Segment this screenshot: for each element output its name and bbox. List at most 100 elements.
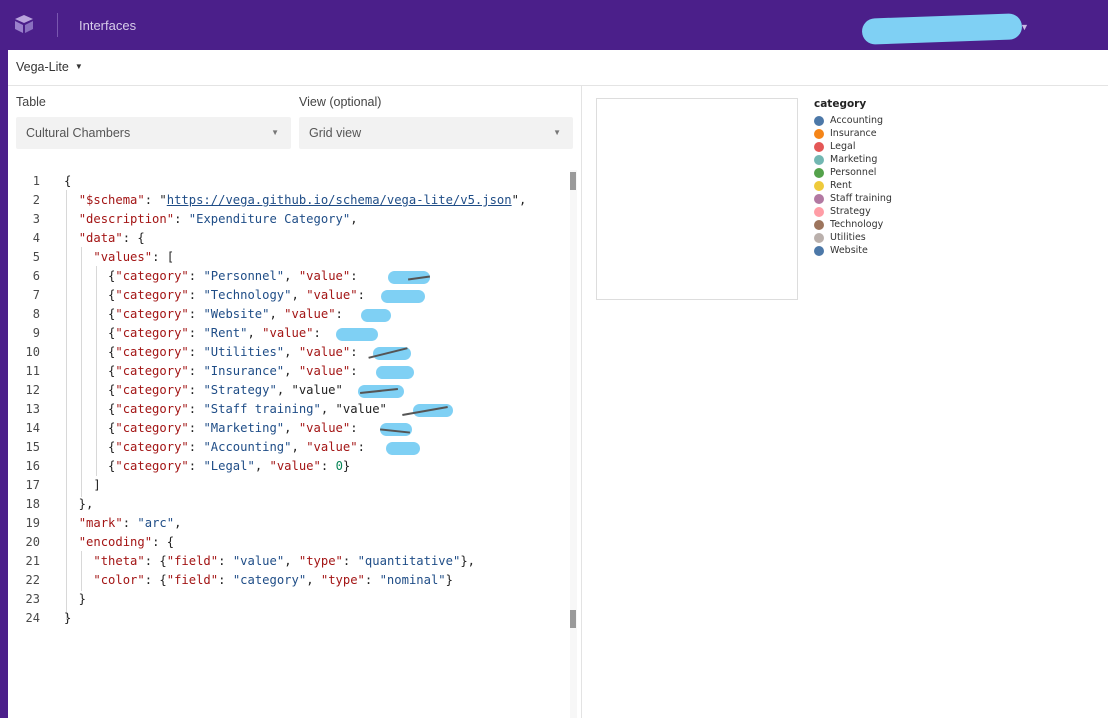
legend-label: Marketing bbox=[830, 154, 878, 165]
line-number: 17 bbox=[25, 478, 40, 492]
airtable-logo-icon[interactable] bbox=[13, 13, 35, 35]
line-number: 21 bbox=[25, 554, 40, 568]
table-dropdown-value: Cultural Chambers bbox=[26, 126, 131, 140]
code-line: {"category": "Technology", "value": bbox=[64, 288, 365, 302]
extension-selector-label: Vega-Lite bbox=[16, 60, 69, 74]
line-number: 20 bbox=[25, 535, 40, 549]
code-line: {"category": "Website", "value": bbox=[64, 307, 351, 321]
extension-selector[interactable]: Vega-Lite ▼ bbox=[16, 60, 83, 74]
legend-item: Marketing bbox=[814, 153, 892, 166]
redaction-mark bbox=[376, 366, 414, 379]
legend-swatch bbox=[814, 193, 824, 204]
legend-label: Utilities bbox=[830, 232, 866, 243]
line-number: 7 bbox=[32, 288, 40, 302]
line-number: 16 bbox=[25, 459, 40, 473]
code-line: {"category": "Utilities", "value": bbox=[64, 345, 358, 359]
line-number: 9 bbox=[32, 326, 40, 340]
legend-swatch bbox=[814, 206, 824, 217]
legend-title: category bbox=[814, 98, 867, 110]
line-number: 18 bbox=[25, 497, 40, 511]
code-line: "encoding": { bbox=[78, 535, 175, 549]
line-number: 8 bbox=[32, 307, 40, 321]
line-number: 23 bbox=[25, 592, 40, 606]
legend-label: Rent bbox=[830, 180, 852, 191]
legend-swatch bbox=[814, 154, 824, 165]
code-line: "color": {"field": "category", "type": "… bbox=[93, 573, 453, 587]
code-line: {"category": "Marketing", "value": bbox=[64, 421, 358, 435]
line-number: 15 bbox=[25, 440, 40, 454]
line-number: 1 bbox=[32, 174, 40, 188]
chevron-down-icon: ▼ bbox=[271, 128, 279, 137]
legend-swatch bbox=[814, 141, 824, 152]
top-bar: Interfaces ▼ bbox=[0, 0, 1108, 50]
legend-item: Utilities bbox=[814, 231, 892, 244]
legend-swatch bbox=[814, 219, 824, 230]
code-line: "data": { bbox=[78, 231, 145, 245]
view-dropdown-value: Grid view bbox=[309, 126, 362, 140]
shell-left-border bbox=[0, 50, 8, 718]
view-dropdown[interactable]: Grid view ▼ bbox=[299, 117, 573, 149]
legend-item: Rent bbox=[814, 179, 892, 192]
legend-item: Staff training bbox=[814, 192, 892, 205]
legend-label: Website bbox=[830, 245, 868, 256]
code-line: {"category": "Rent", "value": bbox=[64, 326, 321, 340]
redaction-mark bbox=[381, 290, 425, 303]
code-line: { bbox=[64, 174, 72, 188]
line-number: 2 bbox=[32, 193, 40, 207]
code-line: "mark": "arc", bbox=[78, 516, 182, 530]
code-line: }, bbox=[64, 497, 94, 511]
chevron-down-icon: ▼ bbox=[74, 62, 83, 71]
editor-scroll-thumb-top[interactable] bbox=[570, 172, 576, 190]
code-line: {"category": "Legal", "value": 0} bbox=[64, 459, 351, 473]
line-number: 10 bbox=[25, 345, 40, 359]
code-line: {"category": "Accounting", "value": bbox=[64, 440, 365, 454]
table-dropdown[interactable]: Cultural Chambers ▼ bbox=[16, 117, 291, 149]
legend-label: Technology bbox=[830, 219, 884, 230]
code-line: {"category": "Staff training", "value" bbox=[64, 402, 387, 416]
legend-swatch bbox=[814, 245, 824, 256]
chart-legend: category Accounting Insurance Legal Marketi… bbox=[814, 98, 892, 257]
editor-scrollbar[interactable] bbox=[570, 170, 577, 718]
code-line: "$schema": "https://vega.github.io/schem… bbox=[78, 193, 527, 207]
legend-label: Accounting bbox=[830, 115, 884, 126]
legend-swatch bbox=[814, 128, 824, 139]
pane-divider[interactable] bbox=[581, 86, 582, 718]
chart-preview-area bbox=[596, 98, 798, 300]
code-line: ] bbox=[64, 478, 101, 492]
legend-item: Website bbox=[814, 244, 892, 257]
line-number: 24 bbox=[25, 611, 40, 625]
line-number: 6 bbox=[32, 269, 40, 283]
code-line: {"category": "Strategy", "value" bbox=[64, 383, 343, 397]
code-line: {"category": "Insurance", "value": bbox=[64, 364, 358, 378]
legend-item: Strategy bbox=[814, 205, 892, 218]
redaction-mark bbox=[386, 442, 420, 455]
legend-label: Personnel bbox=[830, 167, 877, 178]
code-line: "theta": {"field": "value", "type": "qua… bbox=[93, 554, 476, 568]
legend-swatch bbox=[814, 232, 824, 243]
line-number: 3 bbox=[32, 212, 40, 226]
code-line: } bbox=[64, 592, 87, 606]
line-number: 19 bbox=[25, 516, 40, 530]
extension-header bbox=[8, 50, 1108, 86]
line-number: 22 bbox=[25, 573, 40, 587]
code-editor[interactable]: 1 2 3 4 5 6 7 8 9 10 11 12 13 14 15 16 1… bbox=[8, 170, 578, 718]
redacted-user-menu[interactable] bbox=[861, 13, 1023, 45]
legend-item: Personnel bbox=[814, 166, 892, 179]
code-line: "description": "Expenditure Category", bbox=[78, 212, 358, 226]
editor-scroll-thumb-bottom[interactable] bbox=[570, 610, 576, 628]
legend-swatch bbox=[814, 180, 824, 191]
line-number: 4 bbox=[32, 231, 40, 245]
code-line: } bbox=[64, 611, 72, 625]
redaction-mark bbox=[361, 309, 391, 322]
legend-item: Insurance bbox=[814, 127, 892, 140]
legend-label: Insurance bbox=[830, 128, 877, 139]
chevron-down-icon: ▼ bbox=[553, 128, 561, 137]
legend-label: Staff training bbox=[830, 193, 892, 204]
line-number: 14 bbox=[25, 421, 40, 435]
table-label: Table bbox=[16, 95, 46, 109]
top-divider bbox=[57, 13, 58, 37]
line-number: 12 bbox=[25, 383, 40, 397]
legend-label: Strategy bbox=[830, 206, 871, 217]
legend-item: Legal bbox=[814, 140, 892, 153]
chevron-down-icon[interactable]: ▼ bbox=[1020, 22, 1029, 32]
